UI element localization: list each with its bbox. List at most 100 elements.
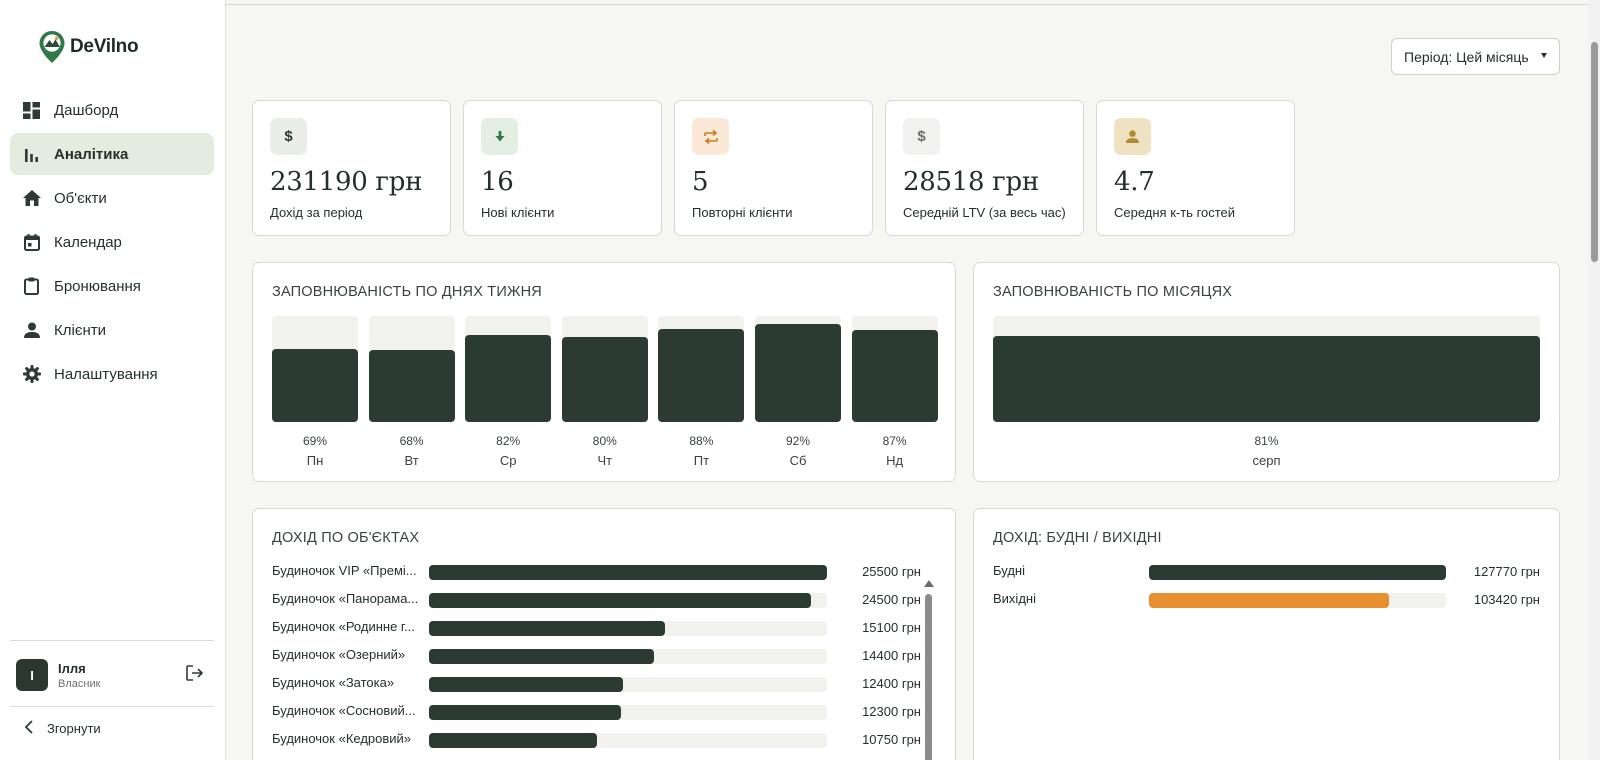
bar-category-label: серп: [1252, 453, 1281, 468]
sidebar-item-settings[interactable]: Налаштування: [10, 353, 214, 395]
bar-value-label: 25500 грн: [862, 564, 921, 579]
bar: [561, 316, 648, 422]
bar-category-label: Вт: [404, 453, 419, 468]
bar-fill: [851, 329, 938, 422]
bar-category-label: Будні: [993, 563, 1025, 578]
objects-scrollbar[interactable]: [924, 580, 934, 760]
bar-track: [993, 316, 1540, 422]
bar-value-label: 10750 грн: [862, 732, 921, 747]
bar-track: [429, 621, 827, 636]
gear-icon: [22, 365, 41, 384]
bar-category-label: Будиночок «Панорама...: [272, 591, 419, 606]
page-scroll-thumb[interactable]: [1591, 42, 1598, 262]
bar-row: Будиночок VIP «Премі... 25500 грн: [272, 563, 921, 581]
bar-category-label: Будиночок «Озерний»: [272, 647, 406, 662]
bar-row: Будиночок «Панорама... 24500 грн: [272, 591, 921, 609]
avatar[interactable]: І: [16, 659, 48, 691]
chevron-left-icon: [24, 720, 33, 737]
bar-fill: [755, 324, 841, 422]
bar-value-label: 15100 грн: [862, 620, 921, 635]
bar-category-label: Будиночок «Затока»: [272, 675, 395, 690]
bar: [429, 593, 812, 608]
bar-category-label: Будиночок «Кедровий»: [272, 731, 412, 746]
collapse-button[interactable]: Згорнути: [24, 720, 101, 737]
clipboard-icon: [22, 277, 41, 296]
user-role: Власник: [58, 677, 101, 690]
bar-category-label: Будиночок «Родинне г...: [272, 619, 415, 634]
scroll-up-icon[interactable]: [924, 580, 934, 587]
bar: [1149, 593, 1390, 608]
sidebar-item-analytics[interactable]: Аналітика: [10, 133, 214, 175]
sidebar-item-dashboard[interactable]: Дашборд: [10, 89, 214, 131]
bar: [429, 677, 623, 692]
bar: [755, 316, 841, 422]
bar-track: [272, 316, 358, 422]
bar-value-label: 88%: [689, 434, 714, 448]
page-scrollbar[interactable]: [1588, 0, 1600, 760]
logo-mark-icon: [39, 31, 65, 63]
bar-category-label: Будиночок VIP «Премі...: [272, 563, 417, 578]
sidebar-item-objects[interactable]: Об'єкти: [10, 177, 214, 219]
bar: [429, 733, 597, 748]
caret-down-icon: [1541, 53, 1547, 58]
bar-value-label: 14400 грн: [862, 648, 921, 663]
bar-row: Будиночок «Затока» 12400 грн: [272, 675, 921, 693]
card-title: ДОХІД: БУДНІ / ВИХІДНІ: [993, 530, 1162, 546]
bar-fill: [993, 336, 1540, 422]
kpi-label: Дохід за період: [270, 205, 363, 220]
sidebar-item-calendar[interactable]: Календар: [10, 221, 214, 263]
kpi-value: 5: [692, 167, 709, 197]
period-label: Період: Цей місяць: [1404, 48, 1529, 65]
bar-chart-icon: [22, 145, 41, 164]
kpi-new-clients: 16 Нові клієнти: [463, 100, 662, 236]
kpi-revenue: $ 231190 грн Дохід за період: [252, 100, 451, 236]
sidebar-item-label: Бронювання: [54, 277, 141, 295]
kpi-avg-guests: 4.7 Середня к-ть гостей: [1096, 100, 1295, 236]
bar: [1149, 565, 1446, 580]
repeat-icon: [692, 118, 729, 155]
bar: [429, 649, 654, 664]
kpi-value: 4.7: [1114, 167, 1155, 197]
bar-fill: [465, 335, 552, 422]
card-title: ЗАПОВНЮВАНІСТЬ ПО ДНЯХ ТИЖНЯ: [272, 284, 542, 300]
sidebar-item-clients[interactable]: Клієнти: [10, 309, 214, 351]
bar-fill: [272, 348, 358, 422]
bar-track: [429, 565, 827, 580]
arrow-down-icon: [481, 118, 518, 155]
logo[interactable]: DeVilno: [38, 30, 139, 64]
user-block: І Ілля Власник: [16, 657, 206, 693]
sidebar: DeVilno Дашборд Аналітика Об'єкти Календ…: [0, 0, 226, 760]
bar-category-label: Чт: [597, 453, 613, 468]
bar-row: Будні 127770 грн: [993, 563, 1540, 581]
bar-track: [1149, 565, 1446, 580]
kpi-label: Нові клієнти: [481, 205, 555, 220]
kpi-value: 16: [481, 167, 514, 197]
bar-track: [755, 316, 841, 422]
dashboard-icon: [22, 101, 41, 120]
card-title: ЗАПОВНЮВАНІСТЬ ПО МІСЯЦЯХ: [993, 284, 1233, 300]
bar-track: [429, 649, 827, 664]
bar-track: [465, 316, 552, 422]
home-icon: [22, 189, 41, 208]
bar: [429, 565, 827, 580]
bar: [851, 316, 938, 422]
bar-category-label: Будиночок «Сосновий...: [272, 703, 416, 718]
kpi-value: 231190 грн: [270, 167, 423, 197]
sidebar-divider: [10, 706, 214, 707]
bar: [368, 316, 455, 422]
sidebar-item-bookings[interactable]: Бронювання: [10, 265, 214, 307]
period-select[interactable]: Період: Цей місяць: [1391, 38, 1560, 75]
sidebar-item-label: Об'єкти: [54, 189, 107, 207]
scroll-thumb[interactable]: [925, 594, 932, 760]
bar-track: [429, 593, 827, 608]
logout-icon[interactable]: [186, 665, 204, 686]
sidebar-divider: [10, 640, 214, 641]
sidebar-item-label: Клієнти: [54, 321, 107, 339]
bar-value-label: 103420 грн: [1473, 592, 1540, 607]
bar-track: [429, 705, 827, 720]
bar-row: Будиночок «Сосновий... 12300 грн: [272, 703, 921, 721]
bar-category-label: Нд: [886, 453, 904, 468]
bar: [465, 316, 552, 422]
bar-track: [561, 316, 648, 422]
bar-row: Будиночок «Родинне г... 15100 грн: [272, 619, 921, 637]
